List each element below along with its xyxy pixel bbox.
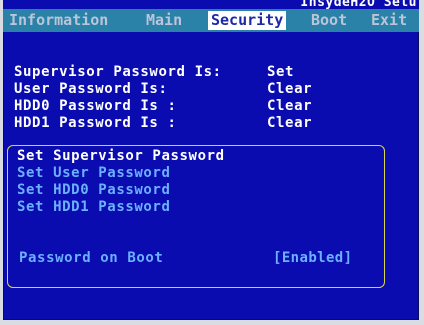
user-password-status-row: User Password Is: Clear <box>14 81 312 97</box>
tab-boot[interactable]: Boot <box>311 11 347 30</box>
set-hdd0-password-item[interactable]: Set HDD0 Password <box>17 182 171 198</box>
set-supervisor-password-item[interactable]: Set Supervisor Password <box>17 148 225 164</box>
hdd0-password-status-row: HDD0 Password Is : Clear <box>14 98 312 114</box>
password-on-boot-value[interactable]: [Enabled] <box>273 250 352 266</box>
tab-main[interactable]: Main <box>146 11 182 30</box>
tab-exit[interactable]: Exit <box>371 11 407 30</box>
password-options-box: Set Supervisor Password Set User Passwor… <box>7 145 385 288</box>
set-user-password-item[interactable]: Set User Password <box>17 165 171 181</box>
tab-security[interactable]: Security <box>208 11 287 30</box>
hdd0-password-status-label: HDD0 Password Is : <box>14 98 177 114</box>
user-password-status-label: User Password Is: <box>14 81 168 97</box>
bios-setup-screen: InsydeH2O Setu Information Main Security… <box>3 0 419 320</box>
security-page: Supervisor Password Is: Set User Passwor… <box>3 32 419 320</box>
hdd0-password-status-value: Clear <box>267 98 313 114</box>
set-hdd1-password-item[interactable]: Set HDD1 Password <box>17 199 171 215</box>
title-bar: InsydeH2O Setu <box>3 0 419 10</box>
password-on-boot-label[interactable]: Password on Boot <box>19 250 163 266</box>
supervisor-password-status-row: Supervisor Password Is: Set <box>14 64 293 80</box>
supervisor-password-status-label: Supervisor Password Is: <box>14 64 222 80</box>
menu-bar: Information Main Security Boot Exit <box>3 9 419 32</box>
tab-information[interactable]: Information <box>9 11 108 30</box>
hdd1-password-status-value: Clear <box>267 115 313 131</box>
supervisor-password-status-value: Set <box>267 64 295 80</box>
hdd1-password-status-label: HDD1 Password Is : <box>14 115 177 131</box>
user-password-status-value: Clear <box>267 81 313 97</box>
hdd1-password-status-row: HDD1 Password Is : Clear <box>14 115 312 131</box>
